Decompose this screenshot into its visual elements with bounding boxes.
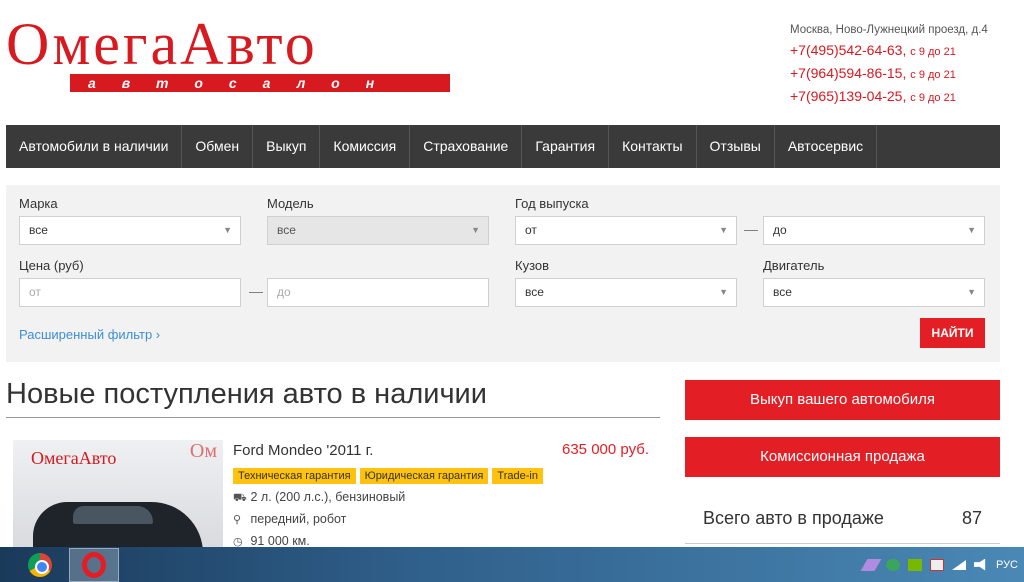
year-from-select[interactable]: от ▼ bbox=[515, 216, 737, 245]
os-taskbar: РУС bbox=[0, 547, 1024, 582]
body-value: все bbox=[525, 285, 544, 299]
spec-engine-text: 2 л. (200 л.с.), бензиновый bbox=[250, 490, 406, 504]
spec-mileage: ◷ 91 000 км. bbox=[233, 534, 310, 548]
chevron-down-icon: ▼ bbox=[967, 287, 976, 297]
badge-tech-warranty: Техническая гарантия bbox=[233, 468, 356, 484]
nav-item-exchange[interactable]: Обмен bbox=[182, 125, 254, 168]
spec-drive-text: передний, робот bbox=[250, 512, 347, 526]
nav-item-service[interactable]: Автосервис bbox=[775, 125, 878, 168]
engine-label: Двигатель bbox=[763, 258, 825, 273]
commission-button[interactable]: Комиссионная продажа bbox=[685, 437, 1000, 477]
car-price: 635 000 руб. bbox=[562, 441, 649, 458]
chevron-down-icon: ▼ bbox=[719, 225, 728, 235]
nvidia-icon[interactable] bbox=[907, 558, 922, 571]
spec-mileage-text: 91 000 км. bbox=[250, 534, 310, 548]
phone-hours: с 9 до 21 bbox=[910, 69, 956, 81]
brand-label: Марка bbox=[19, 196, 58, 211]
phone-3[interactable]: +7(965)139-04-25, с 9 до 21 bbox=[790, 86, 1000, 109]
photo-logo-right: Ом bbox=[189, 440, 217, 462]
nav-item-reviews[interactable]: Отзывы bbox=[697, 125, 775, 168]
taskbar-opera[interactable] bbox=[69, 548, 119, 582]
photo-logo: ОмегаАвто bbox=[31, 448, 117, 468]
nav-item-commission[interactable]: Комиссия bbox=[320, 125, 411, 168]
badge-legal-warranty: Юридическая гарантия bbox=[359, 468, 489, 484]
gearshift-icon: ⚲ bbox=[233, 514, 242, 526]
logo-wordmark: ОмегаАвто bbox=[6, 11, 318, 77]
car-photo[interactable]: ОмегаАвто Ом bbox=[13, 440, 223, 550]
engine-icon: ⛟ bbox=[233, 492, 247, 504]
taskbar-chrome[interactable] bbox=[15, 548, 65, 582]
car-badges: Техническая гарантия Юридическая гаранти… bbox=[233, 468, 543, 484]
nav-item-cars-in-stock[interactable]: Автомобили в наличии bbox=[6, 125, 183, 168]
contact-block: Москва, Ново-Лужнецкий проезд, д.4 +7(49… bbox=[790, 24, 1000, 109]
signal-icon[interactable] bbox=[951, 559, 966, 570]
total-count: 87 bbox=[961, 508, 982, 528]
price-from-input[interactable]: от bbox=[19, 278, 241, 307]
title-divider bbox=[6, 417, 660, 418]
price-to-input[interactable]: до bbox=[267, 278, 489, 307]
volume-muted-icon[interactable] bbox=[973, 558, 986, 571]
buyout-button[interactable]: Выкуп вашего автомобиля bbox=[685, 380, 1000, 420]
car-window-shape bbox=[73, 506, 153, 524]
nav-item-contacts[interactable]: Контакты bbox=[609, 125, 697, 168]
chevron-down-icon: ▼ bbox=[471, 225, 480, 235]
year-label: Год выпуска bbox=[515, 196, 589, 211]
phone-number[interactable]: +7(495)542-64-63, bbox=[790, 42, 906, 58]
chevron-down-icon: ▼ bbox=[967, 225, 976, 235]
chrome-icon bbox=[28, 553, 52, 577]
language-indicator[interactable]: РУС bbox=[996, 559, 1018, 571]
spec-drive: ⚲ передний, робот bbox=[233, 512, 346, 526]
year-from-value: от bbox=[525, 223, 537, 237]
action-center-icon[interactable] bbox=[929, 558, 944, 571]
opera-icon bbox=[82, 552, 106, 578]
model-value: все bbox=[277, 223, 296, 237]
brand-value: все bbox=[29, 223, 48, 237]
brand-select[interactable]: все ▼ bbox=[19, 216, 241, 245]
logo-subtitle: автосалон bbox=[70, 74, 450, 92]
pen-icon[interactable] bbox=[860, 558, 882, 571]
engine-value: все bbox=[773, 285, 792, 299]
total-cars-box: Всего авто в продаже 87 bbox=[685, 498, 1000, 544]
body-select[interactable]: все ▼ bbox=[515, 278, 737, 307]
phone-1[interactable]: +7(495)542-64-63, с 9 до 21 bbox=[790, 40, 1000, 63]
engine-select[interactable]: все ▼ bbox=[763, 278, 985, 307]
price-label: Цена (руб) bbox=[19, 258, 84, 273]
advanced-filter-link[interactable]: Расширенный фильтр › bbox=[19, 327, 160, 342]
range-dash: — bbox=[744, 221, 758, 237]
main-nav: Автомобили в наличии Обмен Выкуп Комисси… bbox=[6, 125, 1000, 168]
phone-2[interactable]: +7(964)594-86-15, с 9 до 21 bbox=[790, 63, 1000, 86]
phone-number[interactable]: +7(964)594-86-15, bbox=[790, 65, 906, 81]
spec-engine: ⛟ 2 л. (200 л.с.), бензиновый bbox=[233, 490, 405, 506]
phone-number[interactable]: +7(965)139-04-25, bbox=[790, 88, 906, 104]
system-tray: РУС bbox=[860, 547, 1024, 582]
update-icon[interactable] bbox=[885, 558, 900, 571]
nav-item-insurance[interactable]: Страхование bbox=[410, 125, 523, 168]
year-to-select[interactable]: до ▼ bbox=[763, 216, 985, 245]
total-label: Всего авто в продаже bbox=[703, 508, 884, 528]
model-select[interactable]: все ▼ bbox=[267, 216, 489, 245]
nav-item-buyout[interactable]: Выкуп bbox=[253, 125, 321, 168]
chevron-down-icon: ▼ bbox=[223, 225, 232, 235]
phone-hours: с 9 до 21 bbox=[910, 92, 956, 104]
site-header: ОмегаАвто автосалон Москва, Ново-Лужнецк… bbox=[0, 0, 1024, 120]
section-title: Новые поступления авто в наличии bbox=[6, 378, 487, 410]
find-button[interactable]: НАЙТИ bbox=[920, 318, 985, 348]
badge-trade-in: Trade-in bbox=[492, 468, 543, 484]
address: Москва, Ново-Лужнецкий проезд, д.4 bbox=[790, 24, 988, 36]
year-to-value: до bbox=[773, 223, 787, 237]
site-logo[interactable]: ОмегаАвто автосалон bbox=[6, 11, 450, 92]
nav-item-warranty[interactable]: Гарантия bbox=[522, 125, 610, 168]
body-label: Кузов bbox=[515, 258, 550, 273]
model-label: Модель bbox=[267, 196, 314, 211]
car-title-link[interactable]: Ford Mondeo '2011 г. bbox=[233, 442, 373, 459]
chevron-down-icon: ▼ bbox=[719, 287, 728, 297]
search-filter: Марка все ▼ Модель все ▼ Год выпуска от ▼ —… bbox=[6, 185, 1000, 362]
range-dash: — bbox=[249, 283, 263, 299]
phone-hours: с 9 до 21 bbox=[910, 46, 956, 58]
